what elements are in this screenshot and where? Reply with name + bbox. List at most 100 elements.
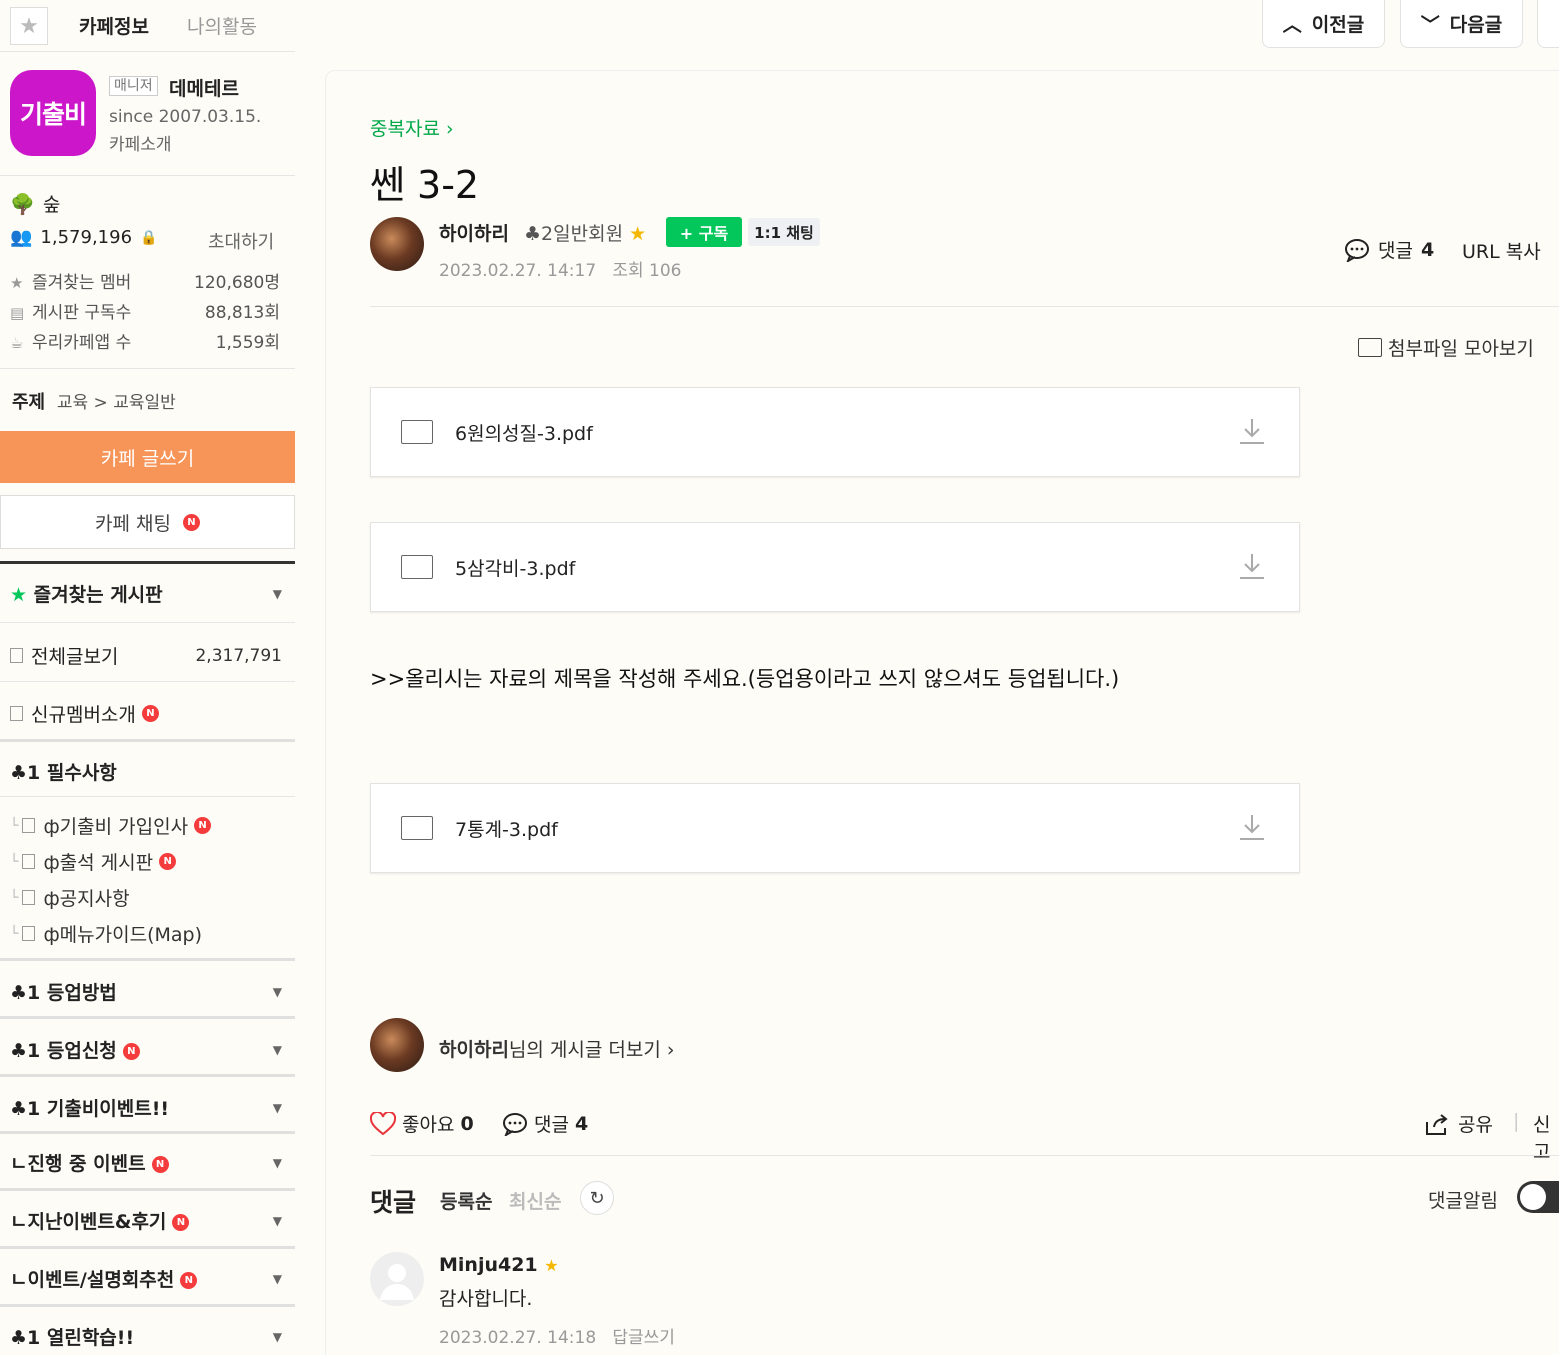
download-icon[interactable] <box>1237 416 1267 446</box>
caret-down-icon[interactable]: ▼ <box>273 1156 282 1170</box>
comment-meta: 2023.02.27. 14:18 답글쓰기 <box>439 1323 675 1348</box>
reply-button[interactable]: 답글쓰기 <box>612 1328 675 1348</box>
divider <box>370 306 1559 307</box>
sort-latest-tab[interactable]: 최신순 <box>509 1187 561 1214</box>
author-name[interactable]: 하이하리 <box>439 219 509 246</box>
attach-all-button[interactable]: 첨부파일 모아보기 <box>1358 334 1534 361</box>
cafe-chat-button[interactable]: 카페 채팅 N <box>0 495 295 549</box>
sort-register-tab[interactable]: 등록순 <box>440 1187 492 1214</box>
menu-event-recommend[interactable]: ㄴ이벤트/설명회추천 N ▼ <box>10 1265 282 1292</box>
menu-item-label: ф메뉴가이드(Map) <box>43 924 203 946</box>
new-badge: N <box>141 705 159 722</box>
stat-value: 1,559회 <box>215 333 280 353</box>
favorites-board-header[interactable]: ★ 즐겨찾는 게시판 ▼ <box>10 580 282 607</box>
all-posts-label: 전체글보기 <box>31 646 119 668</box>
subscribe-button[interactable]: + 구독 <box>666 217 742 247</box>
menu-item-attendance[interactable]: └ ф출석 게시판 N <box>10 848 282 875</box>
prev-post-label: 이전글 <box>1311 14 1365 36</box>
chevron-right-icon: › <box>445 118 454 140</box>
new-badge: N <box>180 1272 198 1289</box>
divider <box>0 1304 295 1307</box>
comment-author-name: Minju421 <box>439 1254 538 1276</box>
author-avatar[interactable] <box>370 1018 424 1072</box>
menu-item-notice[interactable]: └ ф공지사항 <box>10 884 282 911</box>
prev-post-button[interactable]: ︿ 이전글 <box>1262 0 1385 48</box>
cafe-level-label: 숲 <box>42 194 61 216</box>
download-icon[interactable] <box>1237 812 1267 842</box>
new-badge: N <box>172 1214 190 1231</box>
menu-levelup-request[interactable]: ♣1 등업신청 N ▼ <box>10 1036 282 1063</box>
new-members-link[interactable]: 신규멤버소개 N <box>10 700 282 727</box>
chevron-right-icon: › <box>666 1039 675 1061</box>
post-date: 2023.02.27. 14:17 <box>439 261 597 281</box>
one-to-one-chat-button[interactable]: 1:1 채팅 <box>748 218 820 246</box>
menu-ongoing-events[interactable]: ㄴ진행 중 이벤트 N ▼ <box>10 1149 282 1176</box>
tree-icon: 🌳 <box>10 191 35 216</box>
menu-past-events[interactable]: ㄴ지난이벤트&후기 N ▼ <box>10 1207 282 1234</box>
menu-item-guide[interactable]: └ ф메뉴가이드(Map) <box>10 920 282 947</box>
comment-count-link[interactable]: 댓글 4 <box>1344 236 1434 263</box>
comments-count: 4 <box>1420 238 1435 261</box>
stat-favorite-members: ★ 즐겨찾는 멤버 120,680명 <box>10 268 280 293</box>
all-posts-count: 2,317,791 <box>195 645 282 666</box>
divider <box>0 1074 295 1077</box>
file-attachment[interactable]: 7통계-3.pdf <box>370 783 1300 873</box>
comment-alarm-toggle[interactable] <box>1517 1181 1559 1213</box>
menu-label: ♣1 기출비이벤트!! <box>10 1098 170 1120</box>
comment-bubble-icon <box>1345 238 1369 262</box>
new-badge: N <box>159 853 177 870</box>
post-body-text: >>올리시는 자료의 제목을 작성해 주세요.(등업용이라고 쓰지 않으셔도 등… <box>370 667 1120 691</box>
commenter-avatar[interactable] <box>370 1252 424 1306</box>
caret-down-icon[interactable]: ▼ <box>273 985 282 999</box>
caret-down-icon[interactable]: ▼ <box>273 587 282 601</box>
manager-badge: 매니저 <box>109 76 158 96</box>
stat-label: 우리카페앱 수 <box>32 333 132 353</box>
menu-label: ㄴ지난이벤트&후기 <box>10 1211 167 1233</box>
cafe-intro-link[interactable]: 카페소개 <box>109 130 172 155</box>
heart-icon <box>370 1111 396 1135</box>
divider <box>0 622 295 623</box>
comment-author[interactable]: Minju421 ★ <box>439 1254 559 1276</box>
menu-events[interactable]: ♣1 기출비이벤트!! ▼ <box>10 1094 282 1121</box>
author-avatar[interactable] <box>370 217 424 271</box>
menu-item-greeting[interactable]: └ ф기출비 가입인사 N <box>10 812 282 839</box>
member-count[interactable]: 👥 1,579,196 🔒 <box>10 227 157 248</box>
chevron-down-icon: ﹀ <box>1420 14 1440 36</box>
menu-item-label: ф공지사항 <box>43 888 130 910</box>
url-copy-button[interactable]: URL 복사 <box>1462 237 1541 264</box>
caret-down-icon[interactable]: ▼ <box>273 1101 282 1115</box>
topic-path[interactable]: 교육 > 교육일반 <box>57 393 176 413</box>
divider <box>0 796 295 797</box>
next-post-button[interactable]: ﹀ 다음글 <box>1400 0 1523 48</box>
tab-cafe-info[interactable]: 카페정보 <box>79 12 149 39</box>
tree-branch-icon: └ <box>10 853 19 870</box>
invite-link[interactable]: 초대하기 <box>208 228 274 254</box>
board-name: 중복자료 <box>370 118 440 140</box>
like-button[interactable]: 좋아요 0 <box>370 1110 474 1137</box>
cafe-write-button[interactable]: 카페 글쓰기 <box>0 431 295 483</box>
manager-name[interactable]: 데메테르 <box>169 74 239 101</box>
menu-levelup-method[interactable]: ♣1 등업방법 ▼ <box>10 978 282 1005</box>
comment-button[interactable]: 댓글 4 <box>502 1110 588 1137</box>
folder-icon <box>401 555 433 579</box>
favorite-star-icon[interactable]: ★ <box>10 7 48 45</box>
caret-down-icon[interactable]: ▼ <box>273 1043 282 1057</box>
more-nav-button[interactable] <box>1537 0 1559 48</box>
all-posts-link[interactable]: 전체글보기 2,317,791 <box>10 642 282 669</box>
more-posts-link[interactable]: 하이하리님의 게시글 더보기 › <box>439 1035 675 1062</box>
download-icon[interactable] <box>1237 551 1267 581</box>
file-attachment[interactable]: 5삼각비-3.pdf <box>370 522 1300 612</box>
cafe-logo[interactable]: 기출비 <box>10 70 96 156</box>
share-button[interactable]: 공유 <box>1424 1110 1493 1137</box>
refresh-icon[interactable]: ↻ <box>580 1181 614 1215</box>
file-attachment[interactable]: 6원의성질-3.pdf <box>370 387 1300 477</box>
caret-down-icon[interactable]: ▼ <box>273 1330 282 1344</box>
section-required[interactable]: ♣1 필수사항 <box>10 758 282 785</box>
caret-down-icon[interactable]: ▼ <box>273 1214 282 1228</box>
caret-down-icon[interactable]: ▼ <box>273 1272 282 1286</box>
menu-open-study[interactable]: ♣1 열린학습!! ▼ <box>10 1323 282 1350</box>
since-date: since 2007.03.15. <box>109 107 262 127</box>
board-link[interactable]: 중복자료 › <box>370 114 454 141</box>
next-post-label: 다음글 <box>1449 14 1503 36</box>
tab-my-activity[interactable]: 나의활동 <box>187 12 257 39</box>
